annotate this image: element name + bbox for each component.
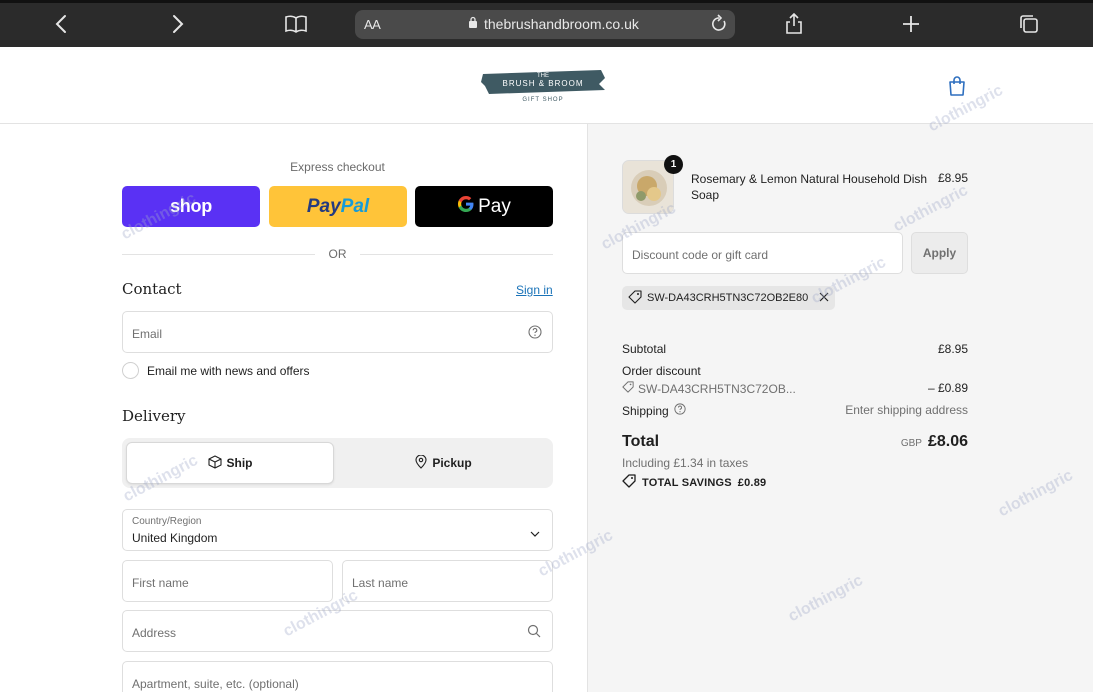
shop-pay-button[interactable]: shop [122, 186, 260, 227]
lock-icon [468, 16, 478, 32]
contact-heading: Contact [122, 280, 182, 298]
logo-line2: BRUSH & BROOM [502, 79, 583, 88]
store-header: THE BRUSH & BROOM GIFT SHOP [0, 47, 1093, 124]
discount-code-row: SW-DA43CRH5TN3C72OB... – £0.89 [622, 381, 968, 396]
subtotal-value: £8.95 [937, 342, 968, 356]
forward-icon[interactable] [166, 12, 190, 36]
browser-toolbar: AA thebrushandbroom.co.uk [0, 0, 1093, 47]
bookmarks-icon[interactable] [284, 12, 308, 36]
address-field[interactable]: Address [122, 610, 553, 652]
shipping-value: Enter shipping address [845, 403, 968, 417]
quantity-badge: 1 [664, 155, 683, 174]
checkout-form-panel: Express checkout shop Pay Pal Pay OR Cont… [0, 124, 588, 692]
tag-icon [628, 289, 642, 307]
or-divider: OR [122, 247, 553, 261]
back-icon[interactable] [49, 12, 73, 36]
logo-line3: GIFT SHOP [522, 97, 563, 103]
total-label: Total [622, 433, 660, 450]
discount-code-input[interactable]: Discount code or gift card [622, 232, 903, 274]
new-tab-icon[interactable] [899, 12, 923, 36]
delivery-heading: Delivery [122, 407, 186, 425]
delivery-method-toggle: Ship Pickup [122, 438, 553, 488]
address-bar[interactable]: AA thebrushandbroom.co.uk [355, 10, 735, 39]
first-name-field[interactable]: First name [122, 560, 333, 602]
shopping-bag-icon[interactable] [946, 75, 968, 97]
share-icon[interactable] [782, 12, 806, 36]
newsletter-checkbox-row[interactable]: Email me with news and offers [122, 362, 310, 379]
express-checkout-label: Express checkout [290, 160, 385, 174]
ship-option[interactable]: Ship [126, 442, 334, 484]
tag-icon [622, 474, 636, 491]
sign-in-link[interactable]: Sign in [516, 283, 553, 297]
applied-code-text: SW-DA43CRH5TN3C72OB2E80 [647, 292, 809, 304]
newsletter-checkbox[interactable] [122, 362, 139, 379]
product-name: Rosemary & Lemon Natural Household Dish … [691, 172, 928, 202]
country-select[interactable]: Country/Region United Kingdom [122, 509, 553, 551]
subtotal-row: Subtotal £8.95 [622, 342, 968, 356]
shipping-row: Shipping Enter shipping address [622, 403, 968, 418]
box-icon [207, 454, 222, 472]
total-savings: TOTAL SAVINGS £0.89 [622, 474, 766, 491]
apply-discount-button[interactable]: Apply [911, 232, 968, 274]
total-amount: GBP £8.06 [900, 433, 968, 450]
store-logo[interactable]: THE BRUSH & BROOM GIFT SHOP [481, 68, 607, 104]
google-g-icon [457, 195, 475, 219]
product-price: £8.95 [938, 171, 969, 185]
help-icon[interactable] [528, 325, 542, 344]
chevron-down-icon [530, 525, 540, 543]
apartment-field[interactable]: Apartment, suite, etc. (optional) [122, 661, 553, 692]
applied-discount-chip: SW-DA43CRH5TN3C72OB2E80 [622, 286, 836, 310]
last-name-field[interactable]: Last name [342, 560, 553, 602]
url-text: thebrushandbroom.co.uk [484, 16, 639, 32]
email-field[interactable]: Email [122, 311, 553, 353]
taxes-note: Including £1.34 in taxes [622, 456, 749, 470]
remove-code-icon[interactable] [819, 292, 829, 305]
location-pin-icon [415, 454, 427, 472]
tag-icon [622, 381, 634, 396]
newsletter-label: Email me with news and offers [147, 363, 310, 378]
pickup-option[interactable]: Pickup [338, 442, 549, 484]
reload-icon[interactable] [709, 13, 729, 40]
tabs-overview-icon[interactable] [1017, 12, 1041, 36]
order-discount-row: Order discount [622, 364, 701, 378]
search-icon [527, 624, 541, 643]
discount-value: – £0.89 [927, 381, 968, 395]
paypal-button[interactable]: Pay Pal [269, 186, 407, 227]
help-icon[interactable] [674, 403, 686, 418]
google-pay-button[interactable]: Pay [415, 186, 553, 227]
order-summary-panel: 1 Rosemary & Lemon Natural Household Dis… [588, 124, 1093, 692]
text-size-button[interactable]: AA [364, 17, 381, 32]
